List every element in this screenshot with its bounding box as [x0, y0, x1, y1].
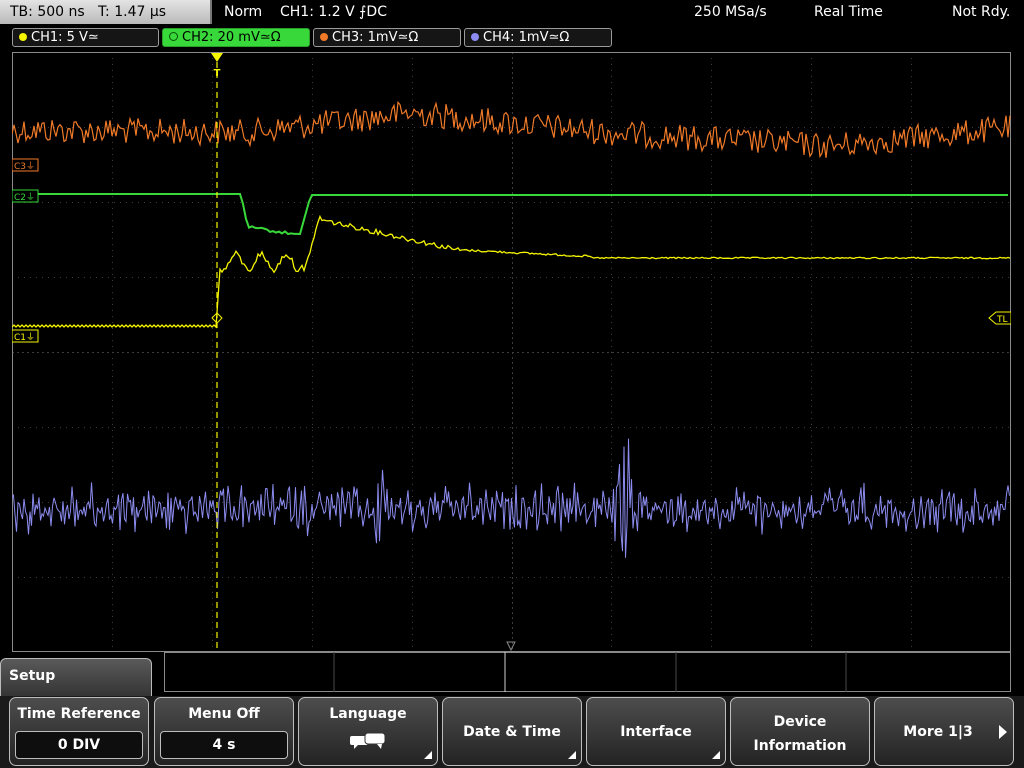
ch1-ground-marker[interactable]: C1⏚: [12, 329, 39, 343]
time-reference-value: 0 DIV: [15, 731, 143, 759]
channel-tab-ch4[interactable]: CH4: 1mV≃Ω: [464, 28, 612, 47]
waveform-display[interactable]: T C3⏚ C2⏚ C1⏚ TL: [12, 52, 1011, 652]
ch3-marker-label: C3⏚: [14, 161, 35, 172]
channel-tab-ch1[interactable]: CH1: 5 V≃: [12, 28, 159, 47]
info-strip: [164, 652, 1011, 692]
trigger-mode[interactable]: Norm: [224, 0, 262, 24]
device-information-label-2: Information: [753, 738, 847, 754]
more-button[interactable]: More 1|3: [874, 697, 1014, 766]
timebase-box[interactable]: TB: 500 ns T: 1.47 µs: [0, 0, 212, 24]
channel-label: CH3: 1mV≃Ω: [332, 30, 419, 45]
time-reference-button[interactable]: Time Reference 0 DIV: [9, 697, 149, 766]
acquisition-mode: Real Time: [814, 4, 883, 20]
time-reference-label: Time Reference: [17, 706, 141, 722]
menu-title: Setup: [9, 668, 56, 684]
next-page-arrow-icon: [999, 725, 1007, 739]
trigger-t-label: T: [214, 68, 221, 79]
date-time-label: Date & Time: [463, 724, 561, 740]
ch2-marker-label: C2⏚: [14, 192, 35, 203]
trigger-position-text: T: 1.47 µs: [98, 4, 167, 20]
date-time-button[interactable]: Date & Time: [442, 697, 582, 766]
trigger-info[interactable]: CH1: 1.2 V ⨍DC: [280, 0, 387, 24]
menu-off-value: 4 s: [160, 731, 288, 759]
ch2-ground-marker[interactable]: C2⏚: [12, 189, 39, 203]
language-label: Language: [329, 706, 407, 722]
menu-title-tab: Setup: [0, 658, 152, 698]
info-strip-border: [164, 652, 1011, 692]
ch4-color-dot: [471, 33, 479, 41]
device-information-button[interactable]: Device Information: [730, 697, 870, 766]
acquisition-state: Not Rdy.: [952, 4, 1011, 20]
more-label: More 1|3: [903, 724, 973, 740]
timebase-text: TB: 500 ns: [10, 4, 85, 20]
submenu-indicator-icon: [712, 751, 720, 759]
channel-label: CH4: 1mV≃Ω: [483, 30, 570, 45]
interface-button[interactable]: Interface: [586, 697, 726, 766]
sample-rate: 250 MSa/s: [694, 4, 767, 20]
interface-label: Interface: [620, 724, 692, 740]
ch3-ground-marker[interactable]: C3⏚: [12, 158, 39, 172]
ch1-color-dot: [19, 33, 27, 41]
ch3-color-dot: [320, 33, 328, 41]
ch1-marker-label: C1⏚: [14, 332, 35, 343]
trigger-level-label: TL: [996, 315, 1008, 325]
submenu-indicator-icon: [424, 751, 432, 759]
channel-tab-ch2[interactable]: CH2: 20 mV≃Ω: [162, 28, 310, 47]
submenu-indicator-icon: [568, 751, 576, 759]
device-information-label-1: Device: [773, 714, 827, 730]
channel-label: CH2: 20 mV≃Ω: [182, 30, 281, 45]
ch2-color-dot: [169, 32, 178, 41]
menu-off-button[interactable]: Menu Off 4 s: [154, 697, 294, 766]
channel-tab-ch3[interactable]: CH3: 1mV≃Ω: [313, 28, 461, 47]
language-button[interactable]: Language: [298, 697, 438, 766]
menu-off-label: Menu Off: [188, 706, 260, 722]
channel-label: CH1: 5 V≃: [31, 30, 99, 45]
speech-bubble-icon: [350, 732, 386, 749]
